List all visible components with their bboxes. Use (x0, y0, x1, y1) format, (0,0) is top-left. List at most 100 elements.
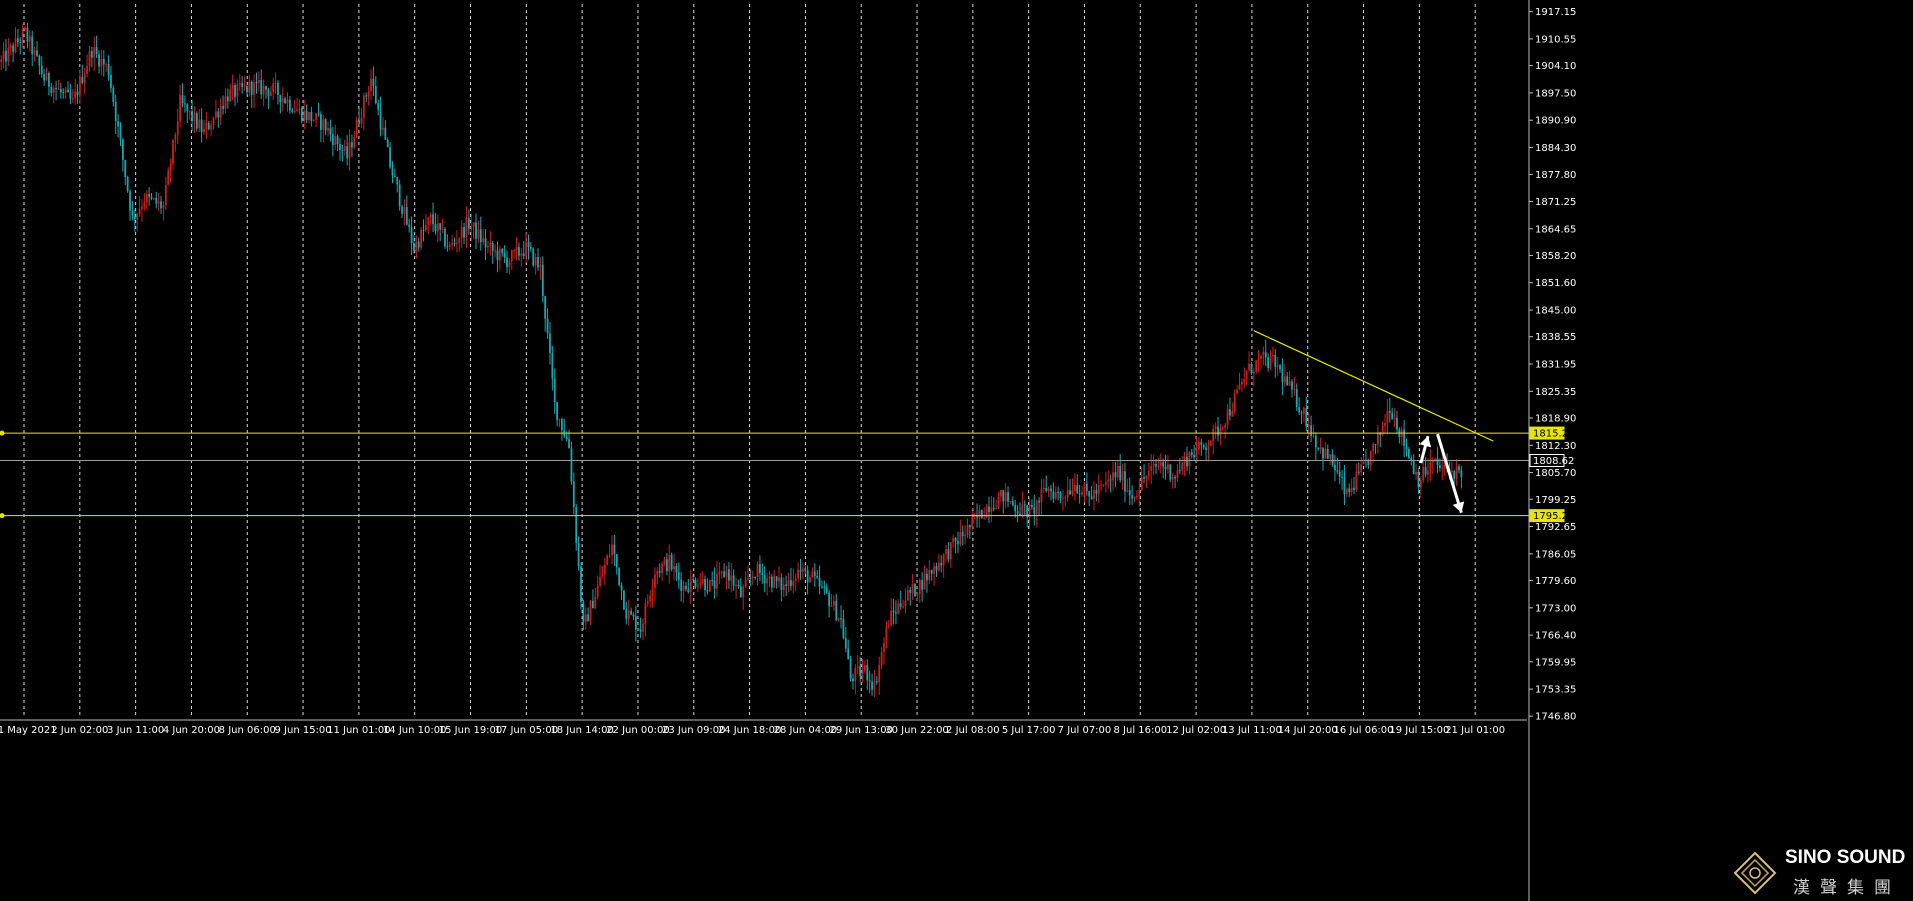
candle-body (253, 82, 256, 95)
candle-body (749, 577, 752, 579)
x-tick-label: 5 Jul 17:00 (1002, 725, 1056, 736)
candle-body (217, 111, 220, 118)
candle-body (1372, 444, 1375, 452)
candle-body (138, 209, 141, 214)
candle-body (902, 606, 904, 608)
candle-body (928, 570, 931, 581)
candle-body (491, 243, 494, 251)
candle-body (489, 243, 492, 246)
candle-body (2, 50, 5, 60)
candle-body (656, 571, 659, 575)
candle-body (265, 86, 267, 90)
candle-body (847, 648, 850, 659)
candle-body (704, 578, 706, 591)
candle-body (339, 144, 341, 151)
candle-body (1183, 456, 1186, 464)
candle-body (1460, 470, 1463, 478)
x-tick-label: 22 Jun 00:00 (606, 725, 670, 736)
candle-body (682, 585, 685, 591)
candle-body (1374, 444, 1377, 446)
candle-body (871, 681, 873, 690)
candle-body (949, 542, 952, 560)
candle-body (312, 120, 315, 122)
candle-body (229, 89, 232, 102)
candle-body (875, 681, 878, 683)
candle-body (86, 66, 88, 74)
candle-body (1295, 389, 1298, 408)
candle-body (393, 175, 396, 178)
candle-body (71, 98, 74, 100)
candle-body (238, 83, 241, 85)
candle-body (661, 563, 663, 573)
candle-body (520, 253, 523, 256)
candle-body (909, 590, 912, 593)
candle-body (921, 579, 924, 590)
candle-body (1360, 464, 1363, 472)
candle-body (1011, 501, 1014, 505)
candle-body (198, 119, 201, 129)
candle-body (1353, 487, 1355, 490)
candle-body (160, 201, 162, 209)
y-tick-label: 1871.25 (1535, 197, 1576, 208)
candle-body (494, 250, 496, 252)
candle-body (164, 184, 167, 206)
candle-body (76, 91, 79, 95)
candle-body (1248, 363, 1250, 371)
candle-body (310, 111, 313, 121)
x-tick-label: 19 Jul 15:00 (1389, 725, 1449, 736)
candle-body (19, 42, 22, 44)
candle-body (317, 113, 320, 115)
candle-body (1396, 417, 1398, 430)
candle-body (546, 318, 549, 334)
candle-body (608, 555, 611, 557)
level-tag-label: 1808.62 (1533, 456, 1574, 467)
candle-body (305, 110, 308, 120)
candle-body (55, 88, 57, 90)
candle-body (768, 576, 771, 579)
candle-body (1128, 490, 1131, 496)
candle-body (565, 436, 568, 440)
candle-body (728, 569, 730, 581)
candle-body (899, 603, 902, 607)
candle-body (477, 229, 480, 239)
y-tick-label: 1799.25 (1535, 495, 1576, 506)
candle-body (541, 264, 544, 297)
candle-body (627, 610, 630, 619)
candle-body (102, 58, 105, 65)
candle-body (1198, 441, 1200, 450)
candle-body (465, 218, 468, 238)
candle-body (496, 250, 499, 261)
candle-body (1145, 476, 1148, 479)
candle-body (1334, 464, 1336, 471)
candle-body (1326, 449, 1329, 459)
candle-body (759, 564, 761, 573)
candle-body (1057, 491, 1060, 493)
candle-body (50, 86, 53, 93)
candle-body (172, 139, 174, 164)
candle-body (415, 241, 418, 252)
candle-body (346, 146, 349, 159)
candle-body (794, 578, 797, 581)
candle-body (451, 242, 454, 245)
candle-body (288, 99, 291, 111)
candle-body (527, 241, 530, 247)
y-tick-label: 1917.15 (1535, 7, 1576, 18)
candle-body (1300, 412, 1303, 414)
candle-body (596, 585, 599, 597)
y-tick-label: 1773.00 (1535, 603, 1576, 614)
brand-logo: SINO SOUND 漢聲集團 (1733, 843, 1909, 898)
candle-body (1233, 393, 1236, 412)
y-tick-label: 1877.80 (1535, 170, 1576, 181)
candle-body (59, 88, 62, 93)
candle-body (792, 580, 795, 586)
candle-body (279, 94, 282, 103)
candle-body (978, 509, 981, 518)
candle-body (852, 678, 854, 682)
candle-body (1097, 485, 1100, 494)
candle-body (124, 159, 127, 177)
y-tick-label: 1838.55 (1535, 332, 1576, 343)
candle-body (1023, 504, 1026, 506)
candle-body (859, 666, 862, 677)
sino-sound-logo-icon (1733, 851, 1777, 895)
candle-body (143, 202, 146, 207)
